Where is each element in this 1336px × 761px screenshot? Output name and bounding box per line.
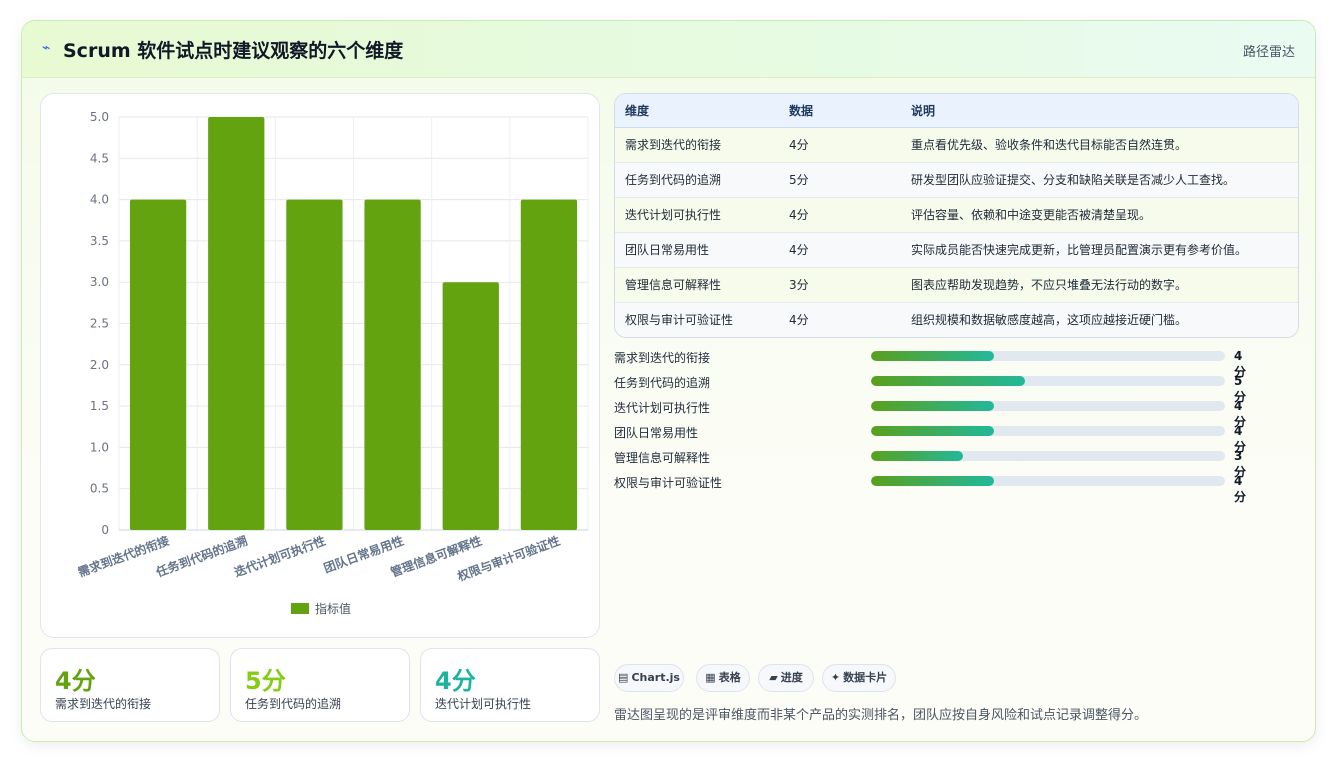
progress-row: 迭代计划可执行性 4分 <box>614 396 1254 429</box>
table-row: 管理信息可解释性 3分 图表应帮助发现趋势，不应只堆叠无法行动的数字。 <box>615 267 1298 302</box>
table-cell: 实际成员能否快速完成更新，比管理员配置演示更有参考价值。 <box>911 243 1248 257</box>
table-cell: 图表应帮助发现趋势，不应只堆叠无法行动的数字。 <box>911 278 1188 292</box>
legend-label: 指标值 <box>315 601 351 616</box>
progress-icon: ▰ <box>769 671 778 684</box>
bar <box>286 199 343 530</box>
legend-swatch <box>291 603 309 614</box>
y-tick-label: 4.0 <box>90 193 109 207</box>
table-cell: 组织规模和数据敏感度越高，这项应越接近硬门槛。 <box>911 313 1188 328</box>
table-cell: 重点看优先级、验收条件和迭代目标能否自然连贯。 <box>911 138 1188 152</box>
stat-card-3: 4分 迭代计划可执行性 <box>420 648 600 722</box>
progress-label: 任务到代码的追溯 <box>614 376 711 390</box>
table-cell: 需求到迭代的衔接 <box>625 138 722 152</box>
stat-label: 需求到迭代的衔接 <box>55 697 152 711</box>
pill-data-card[interactable]: ✦ 数据卡片 <box>822 664 896 692</box>
table-cell: 研发型团队应验证提交、分支和缺陷关联是否减少人工查找。 <box>911 173 1236 187</box>
y-tick-label: 1.5 <box>90 399 109 413</box>
pill-progress[interactable]: ▰ 进度 <box>758 664 814 692</box>
progress-fill <box>871 451 964 461</box>
table-cell: 5分 <box>789 173 809 187</box>
y-tick-label: 2.0 <box>90 358 109 372</box>
y-tick-label: 2.5 <box>90 317 109 331</box>
y-tick-label: 4.5 <box>90 151 109 165</box>
progress-value: 4分 <box>1234 474 1247 504</box>
stat-label: 任务到代码的追溯 <box>245 697 342 711</box>
table-icon: ▦ <box>705 671 716 684</box>
progress-row: 需求到迭代的衔接 4分 <box>614 346 1254 379</box>
table-header-row: 维度 数据 说明 <box>615 94 1298 128</box>
progress-list: 需求到迭代的衔接 4分 任务到代码的追溯 5分 迭代计划可执行性 4分 团队日常… <box>614 346 1254 504</box>
table-cell: 迭代计划可执行性 <box>625 208 722 222</box>
chart-icon: ▤ <box>618 671 629 684</box>
table-cell: 管理信息可解释性 <box>625 278 722 292</box>
y-tick-label: 5.0 <box>90 110 109 124</box>
table-cell: 团队日常易用性 <box>625 243 710 257</box>
progress-label: 需求到迭代的衔接 <box>614 351 711 365</box>
bar <box>129 199 187 530</box>
y-tick-label: 1.0 <box>90 440 109 454</box>
progress-fill <box>871 351 995 361</box>
bar-chart: 00.51.01.52.02.53.03.54.04.55.0需求到迭代的衔接任… <box>76 110 589 616</box>
pill-table[interactable]: ▦ 表格 <box>696 664 750 692</box>
column-header: 维度 <box>615 94 779 128</box>
progress-label: 迭代计划可执行性 <box>614 401 711 415</box>
table-row: 团队日常易用性 4分 实际成员能否快速完成更新，比管理员配置演示更有参考价值。 <box>615 232 1298 267</box>
y-tick-label: 3.5 <box>90 234 109 248</box>
sparkline-icon: ⌁ <box>42 40 51 56</box>
footnote: 雷达图呈现的是评审维度而非某个产品的实测排名，团队应按自身风险和试点记录调整得分… <box>614 708 1148 723</box>
progress-fill <box>871 426 995 436</box>
page-title: Scrum 软件试点时建议观察的六个维度 <box>63 40 404 62</box>
main-card: ⌁ Scrum 软件试点时建议观察的六个维度 路径雷达 0 0.5 1.0 1.5 2.… <box>21 20 1316 742</box>
progress-label: 管理信息可解释性 <box>614 451 711 465</box>
progress-row: 团队日常易用性 4分 <box>614 421 1254 454</box>
table-cell: 任务到代码的追溯 <box>625 173 722 187</box>
progress-row: 权限与审计可验证性 4分 <box>614 471 1254 504</box>
stat-card-1: 4分 需求到迭代的衔接 <box>40 648 220 722</box>
progress-fill <box>871 401 995 411</box>
table-row: 权限与审计可验证性 4分 组织规模和数据敏感度越高，这项应越接近硬门槛。 <box>615 302 1298 337</box>
table-row: 迭代计划可执行性 4分 评估容量、依赖和中途变更能否被清楚呈现。 <box>615 197 1298 232</box>
progress-track <box>871 401 1225 411</box>
table-cell: 4分 <box>789 138 809 152</box>
stat-value: 4分 <box>435 667 476 695</box>
dimension-table: 维度 数据 说明 需求到迭代的衔接 4分 重点看优先级、验收条件和迭代目标能否自… <box>614 93 1299 338</box>
table-cell: 评估容量、依赖和中途变更能否被清楚呈现。 <box>911 208 1152 222</box>
progress-track <box>871 376 1225 386</box>
table-cell: 3分 <box>789 278 809 292</box>
progress-track <box>871 426 1225 436</box>
header-right-label: 路径雷达 <box>1242 45 1295 60</box>
y-tick-label: 0.5 <box>90 482 109 496</box>
bar <box>208 117 265 530</box>
progress-fill <box>871 376 1025 386</box>
card-icon: ✦ <box>830 671 841 684</box>
table-cell: 4分 <box>789 208 809 222</box>
column-header: 数据 <box>779 94 901 128</box>
progress-label: 权限与审计可验证性 <box>614 476 723 490</box>
progress-row: 任务到代码的追溯 5分 <box>614 371 1254 404</box>
table-row: 任务到代码的追溯 5分 研发型团队应验证提交、分支和缺陷关联是否减少人工查找。 <box>615 162 1298 197</box>
bar-chart-panel: 0 0.5 1.0 1.5 2.0 2.5 3.0 3.5 4.0 4.5 5.0 需求到迭代的衔接任… <box>40 93 600 638</box>
table-cell: 4分 <box>789 313 809 328</box>
stat-label: 迭代计划可执行性 <box>435 697 532 711</box>
stat-card-2: 5分 任务到代码的追溯 <box>230 648 410 722</box>
stat-value: 5分 <box>245 667 286 695</box>
bar <box>442 282 499 530</box>
table-cell: 权限与审计可验证性 <box>625 313 734 328</box>
table-row: 需求到迭代的衔接 4分 重点看优先级、验收条件和迭代目标能否自然连贯。 <box>615 127 1298 162</box>
stat-value: 4分 <box>55 667 96 695</box>
table-cell: 4分 <box>789 243 809 257</box>
progress-track <box>871 476 1225 486</box>
column-header: 说明 <box>901 94 1298 128</box>
progress-label: 团队日常易用性 <box>614 426 699 440</box>
progress-fill <box>871 476 995 486</box>
progress-row: 管理信息可解释性 3分 <box>614 446 1254 479</box>
progress-track <box>871 451 1225 461</box>
y-tick-label: 3.0 <box>90 275 109 289</box>
progress-track <box>871 351 1225 361</box>
y-tick-label: 0 <box>101 523 109 537</box>
header: ⌁ Scrum 软件试点时建议观察的六个维度 路径雷达 <box>22 21 1315 78</box>
bar <box>520 199 578 530</box>
pill-chartjs[interactable]: ▤ Chart.js <box>614 664 684 692</box>
bar <box>364 199 421 530</box>
